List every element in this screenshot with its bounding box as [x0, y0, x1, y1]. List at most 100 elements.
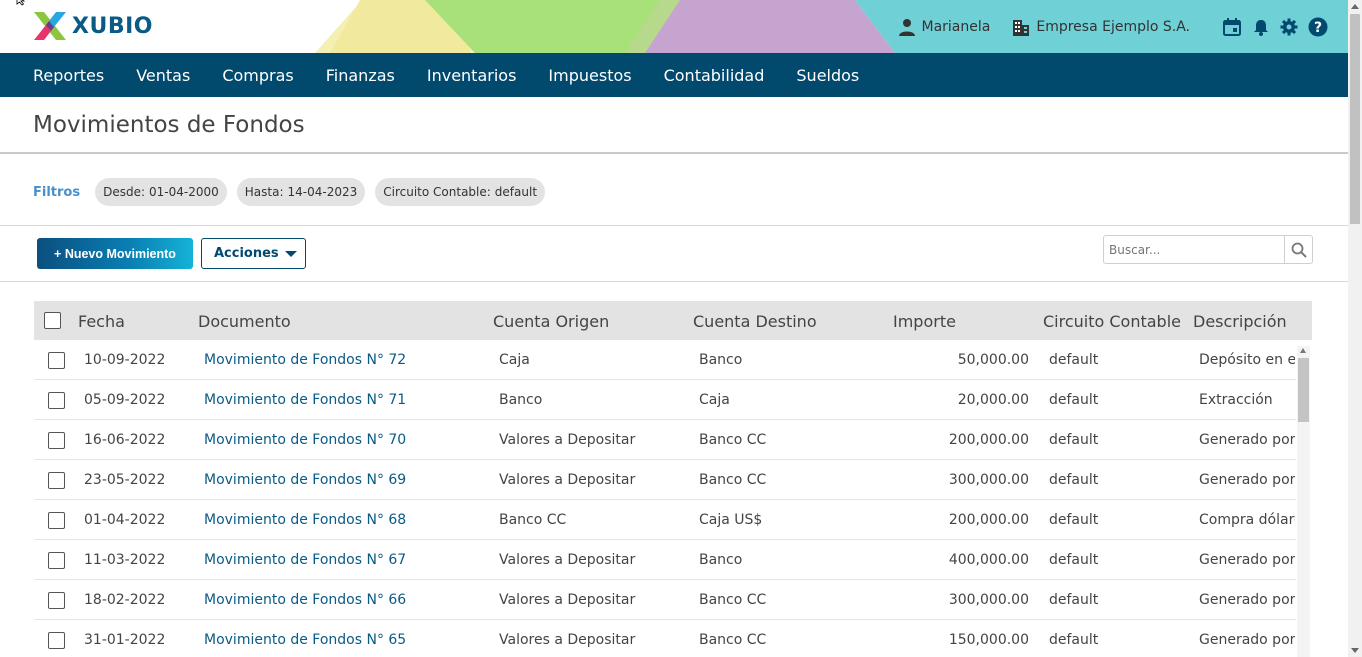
nav-item-compras[interactable]: Compras	[222, 66, 293, 85]
cell-documento-link[interactable]: Movimiento de Fondos N° 65	[204, 632, 406, 648]
nav-item-reportes[interactable]: Reportes	[33, 66, 104, 85]
table-row[interactable]: 31-01-2022 Movimiento de Fondos N° 65 Va…	[34, 620, 1296, 657]
cell-cuenta-origen: Banco CC	[499, 512, 567, 528]
company-name: Empresa Ejemplo S.A.	[1036, 18, 1190, 35]
cell-documento-link[interactable]: Movimiento de Fondos N° 68	[204, 512, 406, 528]
actions-dropdown[interactable]: Acciones	[201, 238, 306, 269]
nav-item-finanzas[interactable]: Finanzas	[326, 66, 395, 85]
help-button[interactable]: ?	[1308, 17, 1328, 37]
filter-chip-value: default	[494, 185, 538, 199]
cell-cuenta-destino: Banco CC	[699, 472, 767, 488]
scroll-up-arrow-icon[interactable]	[1351, 4, 1359, 9]
cell-documento-link[interactable]: Movimiento de Fondos N° 67	[204, 552, 406, 568]
scroll-up-arrow-icon[interactable]	[1300, 348, 1306, 353]
new-movement-button[interactable]: + Nuevo Movimiento	[37, 238, 193, 269]
cell-fecha: 05-09-2022	[84, 392, 166, 408]
column-header-fecha[interactable]: Fecha	[78, 312, 125, 331]
caret-down-icon	[285, 251, 297, 257]
column-header-cuenta-destino[interactable]: Cuenta Destino	[693, 312, 817, 331]
filter-chip-circuito[interactable]: Circuito Contable: default	[375, 178, 546, 206]
cell-cuenta-destino: Banco CC	[699, 632, 767, 648]
cell-circuito: default	[1049, 632, 1099, 648]
table-row[interactable]: 01-04-2022 Movimiento de Fondos N° 68 Ba…	[34, 500, 1296, 540]
nav-item-impuestos[interactable]: Impuestos	[548, 66, 631, 85]
cell-cuenta-destino: Banco	[699, 352, 743, 368]
row-checkbox[interactable]	[48, 592, 65, 609]
cell-descripcion: Generado por l	[1199, 552, 1295, 568]
cell-descripcion: Compra dólares	[1199, 512, 1295, 528]
bell-icon	[1254, 19, 1268, 36]
user-icon	[898, 18, 915, 36]
row-checkbox[interactable]	[48, 352, 65, 369]
table-row[interactable]: 05-09-2022 Movimiento de Fondos N° 71 Ba…	[34, 380, 1296, 420]
cell-cuenta-destino: Caja	[699, 392, 730, 408]
filters-divider	[0, 225, 1348, 226]
cell-cuenta-origen: Valores a Depositar	[499, 552, 636, 568]
row-checkbox[interactable]	[48, 472, 65, 489]
table-header: Fecha Documento Cuenta Origen Cuenta Des…	[34, 301, 1312, 340]
search-button[interactable]	[1284, 236, 1312, 263]
filter-chip-desde[interactable]: Desde: 01-04-2000	[95, 178, 227, 206]
row-checkbox[interactable]	[48, 632, 65, 649]
page-scrollbar[interactable]	[1348, 0, 1362, 657]
cell-descripcion: Depósito en efe	[1199, 352, 1295, 368]
xubio-logo-icon	[34, 12, 66, 40]
row-checkbox[interactable]	[48, 432, 65, 449]
cell-circuito: default	[1049, 512, 1099, 528]
xubio-logo[interactable]: XUBIO	[32, 10, 153, 42]
top-header: XUBIO Marianela Empresa Ejemplo S.A. ?	[0, 0, 1348, 53]
table-row[interactable]: 16-06-2022 Movimiento de Fondos N° 70 Va…	[34, 420, 1296, 460]
calendar-icon	[1223, 17, 1241, 36]
column-header-cuenta-origen[interactable]: Cuenta Origen	[493, 312, 609, 331]
filter-chip-key: Desde:	[103, 185, 146, 199]
cell-circuito: default	[1049, 432, 1099, 448]
column-header-descripcion[interactable]: Descripción	[1193, 312, 1287, 331]
search-box	[1103, 235, 1313, 264]
row-checkbox[interactable]	[48, 552, 65, 569]
filters-label[interactable]: Filtros	[33, 185, 80, 200]
cell-fecha: 31-01-2022	[84, 632, 166, 648]
cell-fecha: 16-06-2022	[84, 432, 166, 448]
cell-documento-link[interactable]: Movimiento de Fondos N° 71	[204, 392, 406, 408]
calendar-button[interactable]	[1222, 17, 1242, 37]
cell-cuenta-origen: Caja	[499, 352, 530, 368]
nav-item-ventas[interactable]: Ventas	[136, 66, 190, 85]
table-scrollbar[interactable]	[1297, 346, 1310, 657]
cell-cuenta-origen: Valores a Depositar	[499, 632, 636, 648]
nav-item-inventarios[interactable]: Inventarios	[427, 66, 517, 85]
row-checkbox[interactable]	[48, 392, 65, 409]
row-checkbox[interactable]	[48, 512, 65, 529]
notifications-button[interactable]	[1252, 18, 1270, 36]
cell-documento-link[interactable]: Movimiento de Fondos N° 66	[204, 592, 406, 608]
table-scrollbar-thumb[interactable]	[1298, 358, 1309, 422]
nav-item-sueldos[interactable]: Sueldos	[796, 66, 859, 85]
cell-circuito: default	[1049, 552, 1099, 568]
mouse-cursor-icon	[16, 0, 26, 6]
settings-button[interactable]	[1280, 18, 1298, 36]
column-header-circuito-contable[interactable]: Circuito Contable	[1043, 312, 1181, 331]
cell-documento-link[interactable]: Movimiento de Fondos N° 70	[204, 432, 406, 448]
scroll-down-arrow-icon[interactable]	[1351, 648, 1359, 653]
cell-descripcion: Extracción	[1199, 392, 1273, 408]
nav-item-contabilidad[interactable]: Contabilidad	[664, 66, 765, 85]
search-input[interactable]	[1104, 236, 1284, 263]
cell-cuenta-origen: Valores a Depositar	[499, 432, 636, 448]
cell-importe: 50,000.00	[957, 352, 1029, 368]
cell-cuenta-destino: Banco	[699, 552, 743, 568]
user-menu[interactable]: Marianela	[898, 18, 990, 36]
cell-fecha: 11-03-2022	[84, 552, 166, 568]
column-header-documento[interactable]: Documento	[198, 312, 291, 331]
table-row[interactable]: 18-02-2022 Movimiento de Fondos N° 66 Va…	[34, 580, 1296, 620]
filter-chip-key: Hasta:	[244, 185, 284, 199]
column-header-importe[interactable]: Importe	[893, 312, 956, 331]
table-row[interactable]: 23-05-2022 Movimiento de Fondos N° 69 Va…	[34, 460, 1296, 500]
select-all-checkbox[interactable]	[44, 312, 61, 329]
cell-cuenta-origen: Valores a Depositar	[499, 592, 636, 608]
table-row[interactable]: 10-09-2022 Movimiento de Fondos N° 72 Ca…	[34, 340, 1296, 380]
filter-chip-hasta[interactable]: Hasta: 14-04-2023	[236, 178, 366, 206]
cell-documento-link[interactable]: Movimiento de Fondos N° 69	[204, 472, 406, 488]
company-menu[interactable]: Empresa Ejemplo S.A.	[1012, 18, 1190, 36]
table-row[interactable]: 11-03-2022 Movimiento de Fondos N° 67 Va…	[34, 540, 1296, 580]
page-scrollbar-thumb[interactable]	[1350, 14, 1360, 224]
cell-documento-link[interactable]: Movimiento de Fondos N° 72	[204, 352, 406, 368]
